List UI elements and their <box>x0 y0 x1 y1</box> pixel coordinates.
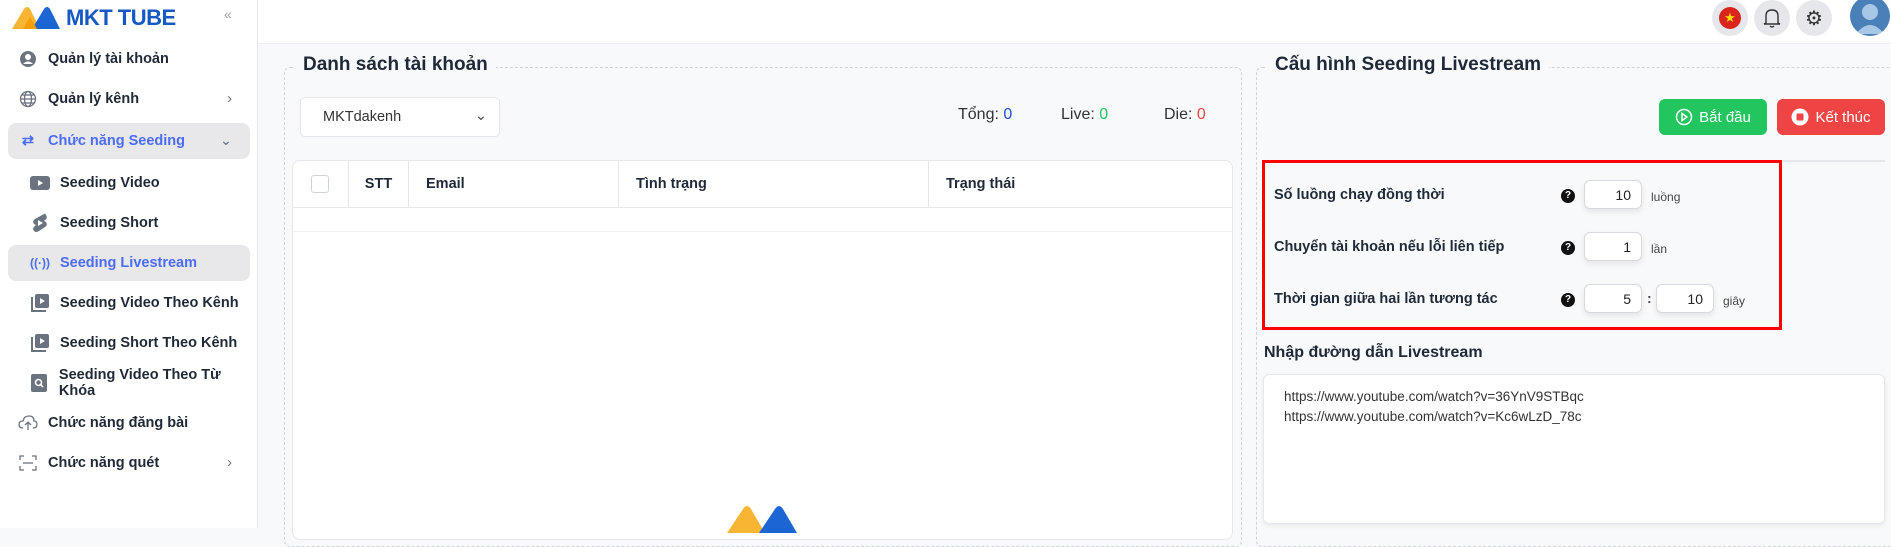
bell-icon <box>1763 9 1781 28</box>
video-play-icon <box>30 173 50 193</box>
stop-circle-icon <box>1791 108 1809 126</box>
live-count: 0 <box>1099 106 1109 123</box>
help-icon[interactable]: ? <box>1561 293 1575 307</box>
sidebar-item-seeding[interactable]: ⇄ Chức năng Seeding ⌄ <box>8 123 250 159</box>
sidebar-item-label: Seeding Video <box>60 175 160 191</box>
accounts-table: STT Email Tình trạng Trạng thái <box>292 160 1233 540</box>
threads-unit: luồng <box>1651 190 1681 204</box>
account-group-select[interactable]: MKTdakenh ⌄ <box>300 97 500 137</box>
sidebar-item-seeding-livestream[interactable]: ((·)) Seeding Livestream <box>8 245 250 281</box>
sidebar-item-scan[interactable]: Chức năng quét › <box>8 445 250 481</box>
sidebar-item-posting[interactable]: Chức năng đăng bài <box>8 405 250 441</box>
livestream-links-label: Nhập đường dẫn Livestream <box>1264 344 1483 361</box>
globe-icon <box>18 89 38 109</box>
playlist-play-icon <box>30 293 50 313</box>
settings-button[interactable]: ⚙ <box>1796 0 1832 36</box>
column-header-state[interactable]: Trạng thái <box>929 161 1234 207</box>
interval-max-input[interactable]: 10 <box>1656 284 1714 313</box>
user-avatar[interactable] <box>1850 0 1890 36</box>
user-circle-icon <box>18 49 38 69</box>
sidebar-item-label: Quản lý kênh <box>48 91 140 107</box>
sidebar-item-label: Quản lý tài khoản <box>48 51 169 67</box>
sidebar-item-seeding-video-by-channel[interactable]: Seeding Video Theo Kênh <box>8 285 250 321</box>
stop-button[interactable]: Kết thúc <box>1777 99 1885 135</box>
threads-label: Số luồng chạy đồng thời <box>1274 187 1445 203</box>
interval-separator: : <box>1647 290 1652 306</box>
help-icon[interactable]: ? <box>1561 241 1575 255</box>
switch-account-unit: lần <box>1651 242 1668 256</box>
chevron-down-icon: ⌄ <box>474 108 487 124</box>
mkt-logo-icon <box>12 7 60 29</box>
help-icon[interactable]: ? <box>1561 189 1575 203</box>
sidebar-item-label: Seeding Short Theo Kênh <box>60 335 238 351</box>
switch-account-input[interactable]: 1 <box>1584 232 1642 261</box>
top-bar: ★ ⚙ <box>258 0 1891 44</box>
die-count: 0 <box>1196 106 1206 123</box>
playlist-play-icon <box>30 333 50 353</box>
sidebar-item-label: Seeding Livestream <box>60 255 197 271</box>
vietnam-flag-icon: ★ <box>1719 7 1741 29</box>
broadcast-icon: ((·)) <box>30 256 50 270</box>
interval-label: Thời gian giữa hai lần tương tác <box>1274 291 1498 307</box>
scan-icon <box>18 453 38 473</box>
app-logo[interactable]: MKT TUBE <box>10 2 176 34</box>
gear-icon: ⚙ <box>1805 7 1823 30</box>
user-avatar-icon <box>1856 4 1884 34</box>
threads-input[interactable]: 10 <box>1584 180 1642 209</box>
row-divider <box>293 231 1232 232</box>
swap-arrows-icon: ⇄ <box>21 133 35 149</box>
sidebar-item-label: Chức năng Seeding <box>48 133 185 149</box>
total-count: 0 <box>1003 106 1013 123</box>
sidebar: MKT TUBE « Quản lý tài khoản Quản lý kên… <box>0 0 258 528</box>
select-all-checkbox[interactable] <box>311 175 329 193</box>
shorts-icon <box>30 213 50 233</box>
accounts-title: Danh sách tài khoản <box>295 54 496 76</box>
interval-min-input[interactable]: 5 <box>1584 284 1642 313</box>
cloud-upload-icon <box>18 413 38 433</box>
start-label: Bắt đầu <box>1699 108 1751 126</box>
collapse-sidebar-icon[interactable]: « <box>224 6 232 22</box>
stat-live: Live: 0 <box>1061 106 1109 123</box>
sidebar-item-label: Seeding Video Theo Kênh <box>60 295 239 311</box>
stat-die: Die: 0 <box>1164 106 1206 123</box>
sidebar-item-channel-management[interactable]: Quản lý kênh › <box>8 81 250 117</box>
header-divider <box>293 207 1232 208</box>
chevron-down-icon: ⌄ <box>219 133 232 149</box>
notifications-button[interactable] <box>1754 0 1790 36</box>
sidebar-item-account-management[interactable]: Quản lý tài khoản <box>8 41 250 77</box>
sidebar-item-label: Seeding Short <box>60 215 159 231</box>
language-button[interactable]: ★ <box>1712 0 1748 36</box>
stop-label: Kết thúc <box>1815 108 1871 126</box>
column-header-email[interactable]: Email <box>409 161 619 207</box>
stat-total: Tổng: 0 <box>958 106 1013 123</box>
sidebar-item-label: Seeding Video Theo Từ Khóa <box>58 367 221 399</box>
sidebar-item-seeding-short[interactable]: Seeding Short <box>8 205 250 241</box>
selected-value: MKTdakenh <box>323 109 402 125</box>
livestream-links-textarea[interactable]: https://www.youtube.com/watch?v=36YnV9ST… <box>1263 374 1885 524</box>
column-header-status[interactable]: Tình trạng <box>619 161 929 207</box>
search-file-icon <box>30 373 49 393</box>
sidebar-item-seeding-video[interactable]: Seeding Video <box>8 165 250 201</box>
sidebar-item-label: Chức năng đăng bài <box>48 415 189 431</box>
sidebar-item-seeding-short-by-channel[interactable]: Seeding Short Theo Kênh <box>8 325 250 361</box>
chevron-right-icon: › <box>227 455 232 471</box>
start-button[interactable]: Bắt đầu <box>1659 99 1767 135</box>
interval-unit: giây <box>1723 294 1746 308</box>
config-title: Cấu hình Seeding Livestream <box>1267 54 1550 76</box>
sidebar-item-label: Chức năng quét <box>48 455 160 471</box>
sidebar-item-seeding-video-by-keyword[interactable]: Seeding Video Theo Từ Khóa <box>8 365 250 401</box>
app-name: MKT TUBE <box>66 5 176 30</box>
chevron-right-icon: › <box>227 91 232 107</box>
empty-state-logo-icon <box>727 506 797 533</box>
column-header-stt[interactable]: STT <box>349 161 409 207</box>
play-circle-icon <box>1675 108 1693 126</box>
switch-account-label: Chuyển tài khoản nếu lỗi liên tiếp <box>1274 239 1505 255</box>
select-all-header <box>293 161 349 207</box>
